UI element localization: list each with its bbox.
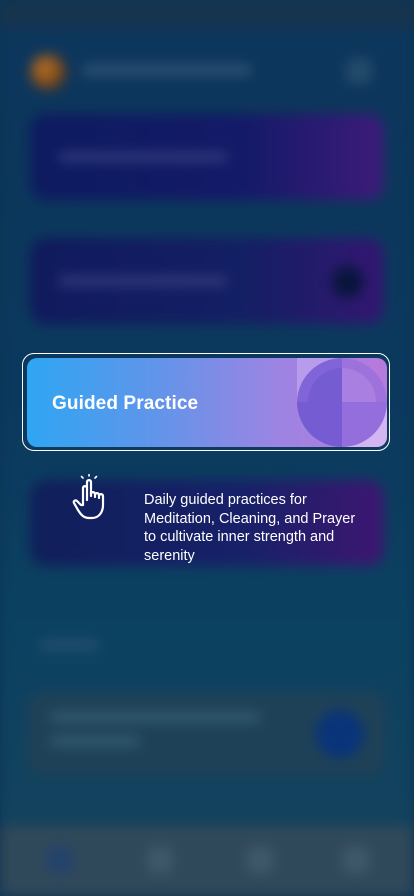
hand-pointer-icon [72,474,105,520]
pinwheel-icon [297,358,387,447]
guided-practice-title: Guided Practice [52,393,199,414]
coachmark-description: Daily guided practices for Meditation, C… [144,492,356,564]
guided-practice-card[interactable]: Guided Practice [27,358,387,447]
